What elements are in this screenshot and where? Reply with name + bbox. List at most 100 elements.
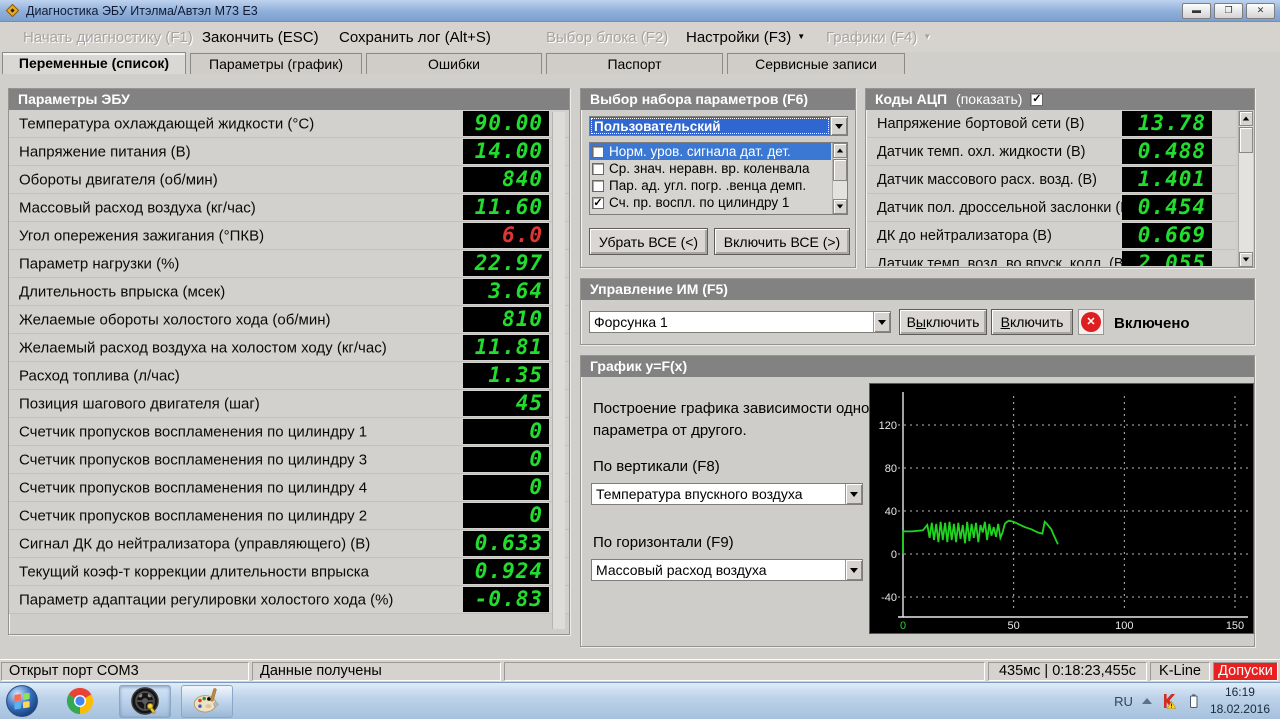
start-button[interactable] [4,683,40,719]
checkbox[interactable] [592,180,604,192]
adc-row-label: Датчик темп. охл. жидкости (В) [877,144,1086,160]
ecu-row-label: Угол опережения зажигания (°ПКВ) [19,227,264,244]
param-list-item-label: Сч. пр. воспл. по цилиндру 1 [609,195,789,210]
scroll-down-button[interactable] [1239,252,1253,267]
ecu-row-label: Желаемые обороты холостого хода (об/мин) [19,311,330,328]
im-combo-arrow-button[interactable] [873,312,890,332]
menu-item-label: Графики (F4) [826,29,917,46]
taskbar-paint-button[interactable] [181,685,233,718]
param-list-item[interactable]: Норм. уров. сигнала дат. дет. [590,143,831,160]
svg-text:150: 150 [1226,620,1244,632]
ecu-scrollbar[interactable] [552,112,565,629]
param-list-scrollbar[interactable] [832,143,847,214]
param-list-item[interactable]: Ср. знач. неравн. вр. коленвала [590,160,831,177]
horizontal-combo-arrow-button[interactable] [845,560,862,580]
ecu-row: Расход топлива (л/час)1.35 [9,362,569,390]
im-on-button[interactable]: Включить [991,309,1073,335]
adc-row: Датчик темп. возд. во впуск. колл. (В)2.… [867,250,1236,266]
adc-scrollbar[interactable] [1238,111,1253,267]
scroll-thumb[interactable] [833,159,847,181]
checkbox[interactable]: ✓ [592,197,604,209]
ecu-row: Параметр нагрузки (%)22.97 [9,250,569,278]
im-combo[interactable]: Форсунка 1 [589,311,891,333]
ecu-params-header: Параметры ЭБУ [9,89,569,110]
window-controls: ▬ ❐ ✕ [1182,3,1275,19]
graph-header: График y=F(x) [581,356,1254,377]
hidden-icons-arrow[interactable] [1142,698,1152,704]
ecu-row-label: Параметр адаптации регулировки холостого… [19,591,393,608]
minimize-button[interactable]: ▬ [1182,3,1211,19]
ecu-row-label: Сигнал ДК до нейтрализатора (управляющег… [19,535,370,552]
menu-item-label: Настройки (F3) [686,29,791,46]
graph-title: График y=F(x) [590,356,687,377]
tab-3[interactable]: Ошибки [366,53,542,74]
adc-row: Датчик темп. охл. жидкости (В)0.488 [867,138,1236,166]
taskbar-diagnostics-button[interactable] [119,685,171,718]
param-set-combo[interactable]: Пользовательский [589,116,848,136]
ecu-params-title: Параметры ЭБУ [18,89,130,110]
svg-text:0: 0 [900,620,906,632]
im-off-button[interactable]: Выключить [899,309,987,335]
status-segment-4: 435мс | 0:18:23,455с [988,662,1147,681]
ecu-row: Счетчик пропусков воспламенения по цилин… [9,446,569,474]
window-title: Диагностика ЭБУ Итэлма/Автэл М73 Е3 [26,4,258,18]
scroll-thumb[interactable] [1239,127,1253,153]
taskbar-chrome-button[interactable] [54,685,106,718]
param-list-item[interactable]: ✓ Сч. пр. воспл. по цилиндру 1 [590,194,831,211]
red-x-icon: ✕ [1081,312,1101,332]
scroll-up-button[interactable] [833,143,847,158]
language-indicator[interactable]: RU [1114,694,1133,709]
adc-row: Напряжение бортовой сети (В)13.78 [867,110,1236,138]
scroll-up-button[interactable] [1239,111,1253,126]
steering-wheel-icon [130,686,160,716]
close-button[interactable]: ✕ [1246,3,1275,19]
im-indicator-button[interactable]: ✕ [1078,309,1104,335]
ecu-row-value: 3.64 [463,279,549,304]
menu-item-2[interactable]: Закончить (ESC) [202,22,319,52]
antivirus-tray-icon[interactable] [1161,693,1177,709]
param-set-combo-value: Пользовательский [590,117,830,135]
app-icon [5,3,20,18]
tab-2[interactable]: Параметры (график) [190,53,362,74]
chevron-down-icon [835,124,843,129]
restore-button[interactable]: ❐ [1214,3,1243,19]
menu-item-3[interactable]: Сохранить лог (Alt+S) [339,22,491,52]
include-all-button[interactable]: Включить ВСЕ (>) [714,228,850,255]
param-set-header: Выбор набора параметров (F6) [581,89,855,110]
tab-5[interactable]: Сервисные записи [727,53,905,74]
checkbox[interactable] [592,163,604,175]
param-list-item-label: Ср. знач. неравн. вр. коленвала [609,161,809,176]
taskbar: RU 16:19 18.02.2016 [0,682,1280,719]
ecu-row-value: 45 [463,391,549,416]
horizontal-param-combo[interactable]: Массовый расход воздуха [591,559,863,581]
chevron-down-icon [878,320,886,325]
ecu-row: Счетчик пропусков воспламенения по цилин… [9,502,569,530]
im-control-header: Управление ИМ (F5) [581,279,1254,300]
ecu-row-value: 0.633 [463,531,549,556]
status-segment-6[interactable]: Допуски [1213,662,1278,681]
checkbox[interactable] [592,146,604,158]
menu-item-1: Начать диагностику (F1) [23,22,193,52]
menu-item-5[interactable]: Настройки (F3)▼ [686,22,805,52]
adc-show-label: (показать) [956,89,1022,110]
ecu-row: Счетчик пропусков воспламенения по цилин… [9,474,569,502]
tab-1[interactable]: Переменные (список) [2,52,186,74]
scroll-down-button[interactable] [833,199,847,214]
vertical-combo-arrow-button[interactable] [845,484,862,504]
ecu-row-value: 22.97 [463,251,549,276]
ecu-row-value: 6.0 [463,223,549,248]
ecu-row: Массовый расход воздуха (кг/час)11.60 [9,194,569,222]
status-segment-3 [504,662,985,681]
ecu-row: Желаемые обороты холостого хода (об/мин)… [9,306,569,334]
ecu-row-value: -0.83 [463,587,549,612]
param-set-combo-arrow-button[interactable] [830,117,847,135]
battery-tray-icon[interactable] [1186,693,1201,709]
remove-all-button[interactable]: Убрать ВСЕ (<) [589,228,708,255]
tab-4[interactable]: Паспорт [546,53,723,74]
im-control-panel: Управление ИМ (F5) Форсунка 1 Выключить … [580,278,1255,345]
vertical-param-combo[interactable]: Температура впускного воздуха [591,483,863,505]
adc-show-checkbox[interactable]: ✓ [1030,93,1043,106]
clock[interactable]: 16:19 18.02.2016 [1210,684,1270,718]
ecu-row-value: 840 [463,167,549,192]
param-list-item[interactable]: Пар. ад. угл. погр. .венца демп. [590,177,831,194]
